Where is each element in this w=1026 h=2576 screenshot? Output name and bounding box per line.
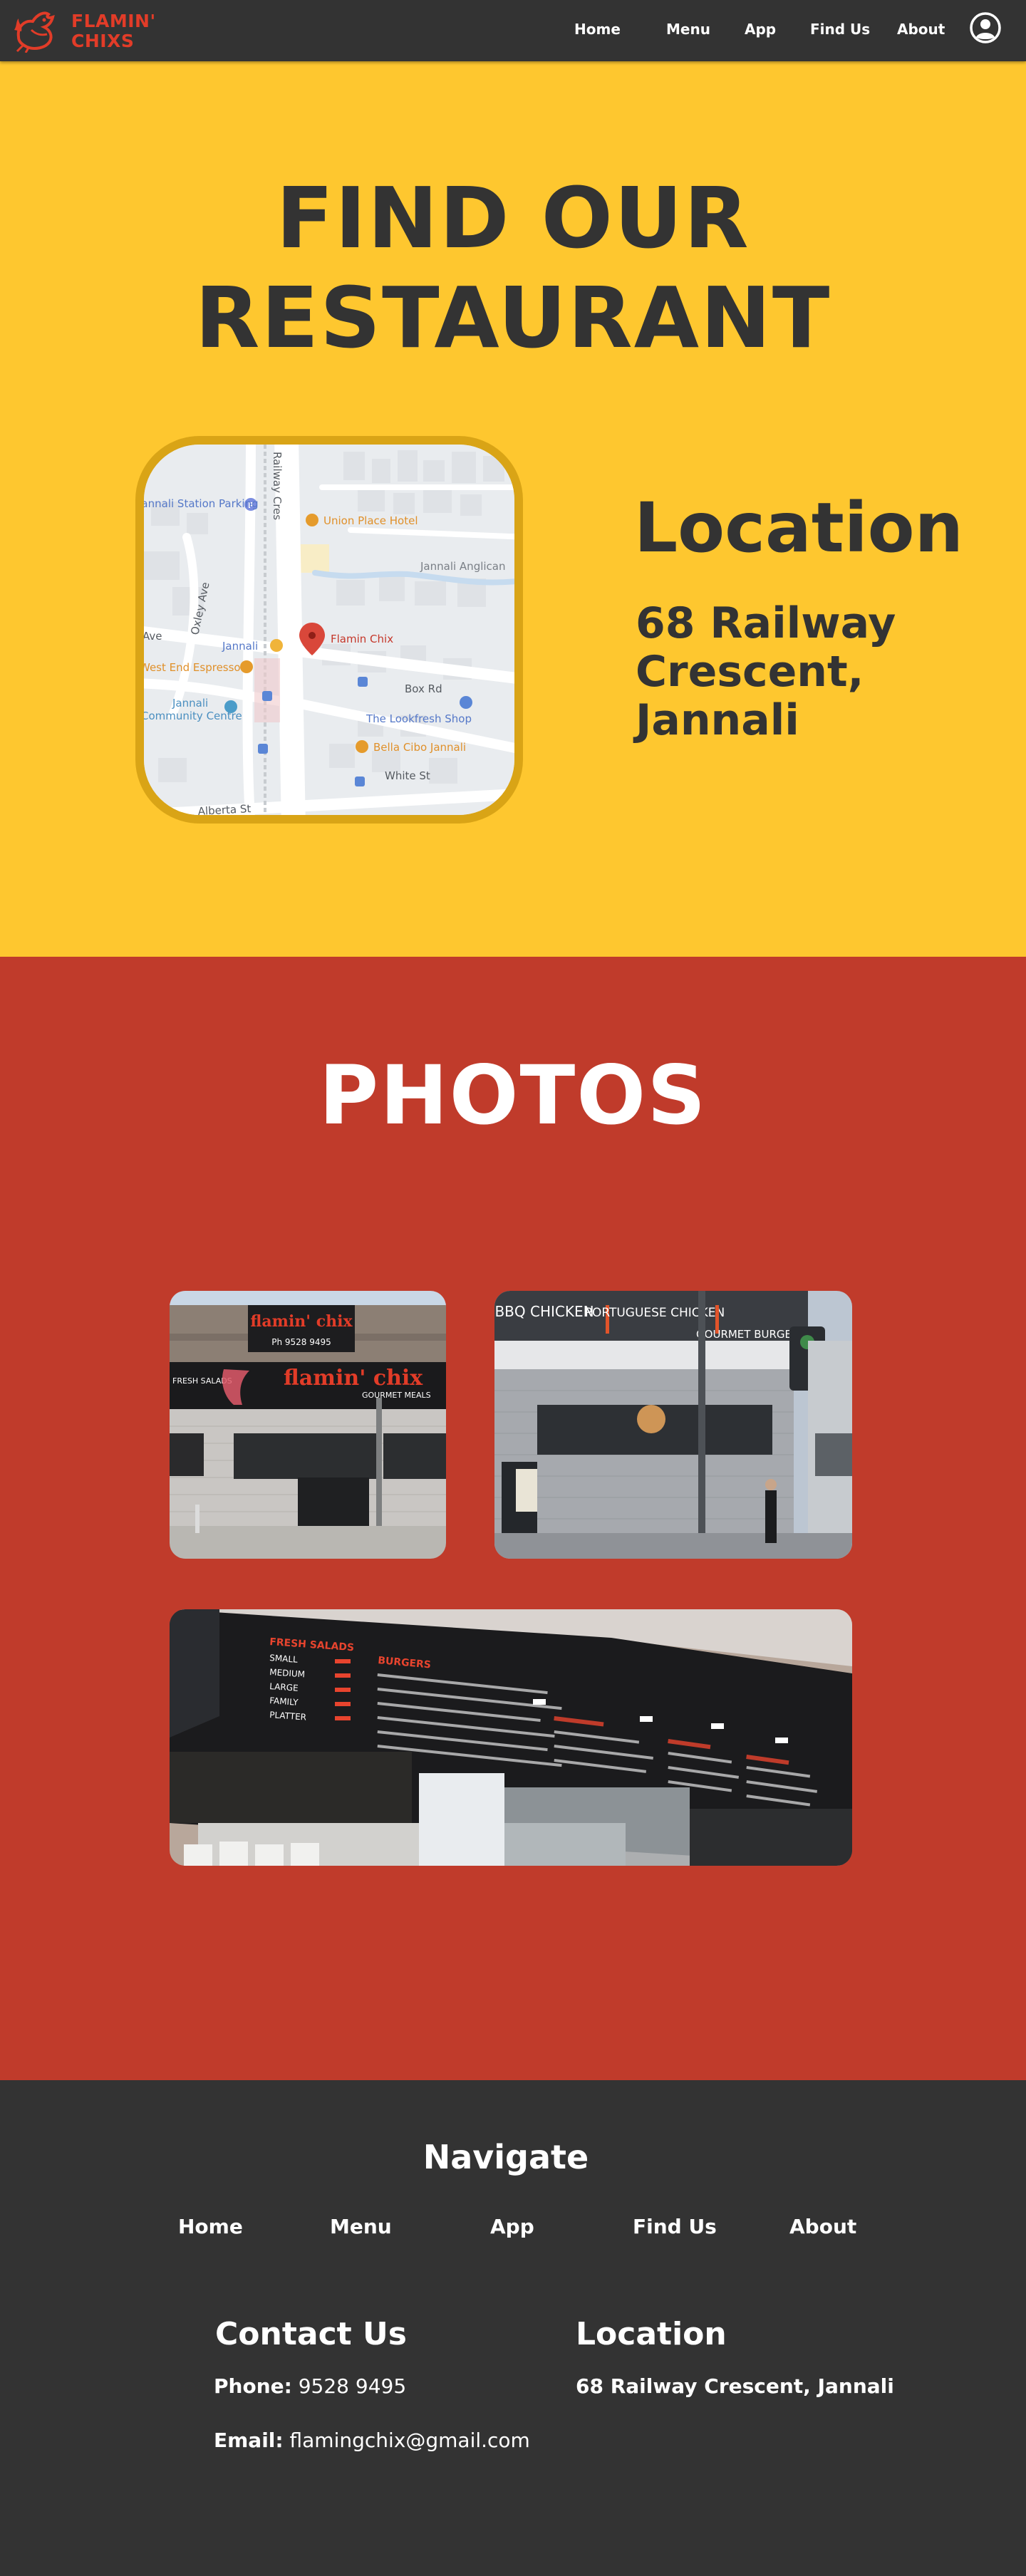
- location-address: 68 Railway Crescent, Jannali: [636, 598, 896, 745]
- footer-app-link[interactable]: App: [490, 2214, 534, 2240]
- brand-logo[interactable]: FLAMIN' CHIXS: [13, 6, 170, 56]
- sign-bbq-chicken: BBQ CHICKEN: [494, 1303, 594, 1320]
- footer-email-label: Email:: [214, 2429, 284, 2452]
- footer-about-link[interactable]: About: [789, 2214, 856, 2240]
- map-label-box-rd: Box Rd: [405, 682, 442, 695]
- shop-pin-icon[interactable]: [460, 696, 472, 709]
- find-title-line1: FIND OUR: [276, 169, 750, 267]
- photos-section: PHOTOS flamin' chix Ph 9528 9495 FRESH S…: [0, 957, 1026, 2080]
- footer-email-value[interactable]: flamingchix@gmail.com: [290, 2429, 530, 2452]
- menu-board-image: FRESH SALADS SMALL MEDIUM LARGE FAMILY P…: [170, 1609, 852, 1866]
- map-label-flamin-chix: Flamin Chix: [331, 633, 393, 645]
- location-map[interactable]: P Jannali Station Parking Union Place Ho…: [135, 436, 523, 824]
- corner-shop-image: BBQ CHICKEN PORTUGUESE CHICKEN GOURMET B…: [494, 1291, 852, 1559]
- map-label-jannali: Jannali: [222, 640, 258, 653]
- svg-text:FAMILY: FAMILY: [269, 1695, 299, 1708]
- nav-about-link[interactable]: About: [897, 19, 945, 40]
- station-pin-icon[interactable]: [270, 639, 283, 652]
- brand-line2: CHIXS: [71, 31, 135, 51]
- find-restaurant-section: FIND OUR RESTAURANT P Jannali Station Pa…: [0, 61, 1026, 957]
- cafe-pin-icon[interactable]: [240, 660, 253, 673]
- map-label-bella-cibo: Bella Cibo Jannali: [373, 741, 466, 754]
- brand-line1: FLAMIN': [71, 11, 156, 31]
- shopfront-photo[interactable]: flamin' chix Ph 9528 9495 FRESH SALADS f…: [170, 1291, 446, 1559]
- photos-title: PHOTOS: [318, 1048, 708, 1143]
- map-label-railway-cres: Railway Cres: [271, 452, 284, 520]
- rooftop-sign-text: flamin' chix: [250, 1312, 353, 1331]
- nav-app-link[interactable]: App: [745, 19, 776, 40]
- map-label-ave: Ave: [144, 630, 162, 643]
- awning-right-text: GOURMET MEALS: [362, 1391, 431, 1400]
- map-label-alberta-st: Alberta St: [197, 802, 252, 815]
- footer-menu-link[interactable]: Menu: [330, 2214, 392, 2240]
- footer-phone-label: Phone:: [214, 2374, 292, 2398]
- footer-contact-title: Contact Us: [215, 2316, 407, 2352]
- site-footer: Navigate Home Menu App Find Us About Con…: [0, 2080, 1026, 2576]
- footer-location-title: Location: [576, 2316, 727, 2352]
- map-label-community-1: Jannali: [172, 697, 208, 710]
- map-label-community-2: Community Centre: [144, 710, 242, 722]
- top-navigation-bar: FLAMIN' CHIXS Home Menu App Find Us Abou…: [0, 0, 1026, 61]
- svg-text:SMALL: SMALL: [269, 1653, 299, 1665]
- nav-menu-link[interactable]: Menu: [666, 19, 710, 40]
- flaming-chicken-icon: [14, 11, 55, 53]
- map-label-station-parking: Jannali Station Parking: [144, 497, 259, 510]
- corner-shop-photo[interactable]: BBQ CHICKEN PORTUGUESE CHICKEN GOURMET B…: [494, 1291, 852, 1559]
- map-label-west-end: West End Espresso: [144, 661, 241, 674]
- location-heading: Location: [634, 488, 963, 568]
- map-label-union-hotel: Union Place Hotel: [323, 514, 418, 527]
- map-label-lookfresh: The Lookfresh Shop: [366, 712, 472, 725]
- map-graphic[interactable]: P Jannali Station Parking Union Place Ho…: [144, 445, 514, 815]
- footer-home-link[interactable]: Home: [178, 2214, 243, 2240]
- account-circle-icon[interactable]: [969, 11, 1002, 44]
- awning-brand-text: flamin' chix: [284, 1366, 423, 1391]
- footer-navigate-title: Navigate: [423, 2138, 589, 2176]
- footer-phone-value[interactable]: 9528 9495: [299, 2374, 406, 2398]
- menu-board-photo[interactable]: FRESH SALADS SMALL MEDIUM LARGE FAMILY P…: [170, 1609, 852, 1866]
- sign-gourmet-burgers: GOURMET BURGERS: [696, 1328, 806, 1341]
- footer-location-address: 68 Railway Crescent, Jannali: [576, 2374, 894, 2398]
- shopfront-image: flamin' chix Ph 9528 9495 FRESH SALADS f…: [170, 1291, 446, 1559]
- find-title-line2: RESTAURANT: [195, 269, 831, 367]
- street-view-marker-icon[interactable]: [637, 1405, 665, 1433]
- hotel-pin-icon[interactable]: [306, 514, 318, 526]
- map-label-white-st: White St: [385, 769, 430, 782]
- map-label-jannali-anglican: Jannali Anglican: [420, 560, 506, 573]
- find-restaurant-title: FIND OUR RESTAURANT: [0, 168, 1026, 368]
- nav-home-link[interactable]: Home: [574, 19, 621, 40]
- svg-text:LARGE: LARGE: [269, 1681, 299, 1693]
- rooftop-sign-phone: Ph 9528 9495: [271, 1337, 331, 1347]
- footer-email: Email: flamingchix@gmail.com: [214, 2428, 530, 2453]
- footer-find-us-link[interactable]: Find Us: [633, 2214, 717, 2240]
- footer-phone: Phone: 9528 9495: [214, 2374, 406, 2399]
- nav-find-us-link[interactable]: Find Us: [810, 19, 870, 40]
- restaurant-pin-icon[interactable]: [356, 740, 368, 753]
- brand-wordmark: FLAMIN' CHIXS: [71, 11, 156, 51]
